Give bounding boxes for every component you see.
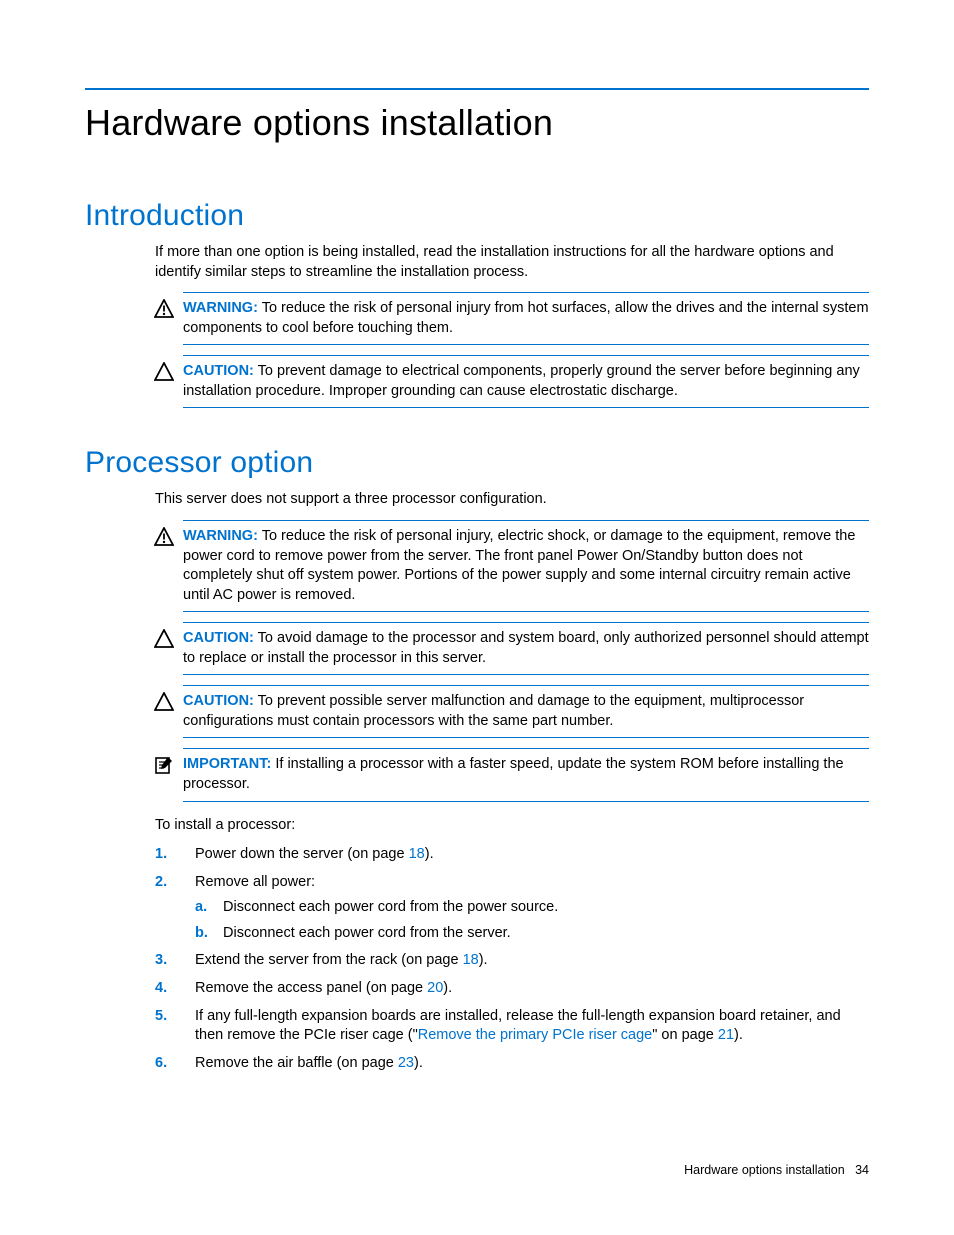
section-heading-processor: Processor option — [85, 446, 869, 480]
caution-icon — [154, 692, 174, 712]
page-link-18[interactable]: 18 — [463, 952, 479, 968]
warning-label: WARNING: — [183, 528, 258, 544]
important-label: IMPORTANT: — [183, 756, 271, 772]
note-icon — [154, 755, 174, 775]
page-link-18[interactable]: 18 — [409, 846, 425, 862]
install-steps: Power down the server (on page 18). Remo… — [155, 845, 869, 1073]
warning-box-intro: WARNING: To reduce the risk of personal … — [183, 292, 869, 345]
step-2: Remove all power: Disconnect each power … — [155, 873, 869, 944]
page-link-23[interactable]: 23 — [398, 1055, 414, 1071]
caution-box-intro: CAUTION: To prevent damage to electrical… — [183, 355, 869, 408]
step-1: Power down the server (on page 18). — [155, 845, 869, 865]
warning-text: To reduce the risk of personal injury fr… — [183, 300, 869, 336]
install-lead: To install a processor: — [155, 816, 869, 836]
page-link-21[interactable]: 21 — [718, 1027, 734, 1043]
warning-icon — [154, 527, 174, 547]
caution-box-processor-1: CAUTION: To avoid damage to the processo… — [183, 622, 869, 675]
caution-box-processor-2: CAUTION: To prevent possible server malf… — [183, 685, 869, 738]
footer-title: Hardware options installation — [684, 1163, 845, 1177]
caution-text: To prevent damage to electrical componen… — [183, 363, 860, 399]
caution-text: To prevent possible server malfunction a… — [183, 693, 804, 729]
top-rule — [85, 88, 869, 90]
caution-label: CAUTION: — [183, 630, 254, 646]
page-footer: Hardware options installation 34 — [684, 1163, 869, 1177]
chapter-title: Hardware options installation — [85, 102, 869, 144]
cross-ref-link-pcie[interactable]: Remove the primary PCIe riser cage — [418, 1027, 653, 1043]
step-4: Remove the access panel (on page 20). — [155, 979, 869, 999]
warning-icon — [154, 299, 174, 319]
warning-text: To reduce the risk of personal injury, e… — [183, 528, 855, 603]
step-2a: Disconnect each power cord from the powe… — [195, 898, 869, 918]
caution-text: To avoid damage to the processor and sys… — [183, 630, 869, 666]
important-text: If installing a processor with a faster … — [183, 756, 844, 792]
step-5: If any full-length expansion boards are … — [155, 1007, 869, 1046]
step-6: Remove the air baffle (on page 23). — [155, 1054, 869, 1074]
step-3: Extend the server from the rack (on page… — [155, 951, 869, 971]
important-box-processor: IMPORTANT: If installing a processor wit… — [183, 748, 869, 801]
intro-body: If more than one option is being install… — [155, 243, 869, 282]
page-link-20[interactable]: 20 — [427, 980, 443, 996]
step-2b: Disconnect each power cord from the serv… — [195, 924, 869, 944]
processor-body: This server does not support a three pro… — [155, 490, 869, 510]
warning-box-processor: WARNING: To reduce the risk of personal … — [183, 520, 869, 612]
caution-icon — [154, 629, 174, 649]
footer-page-number: 34 — [855, 1163, 869, 1177]
caution-icon — [154, 362, 174, 382]
section-heading-introduction: Introduction — [85, 199, 869, 233]
caution-label: CAUTION: — [183, 693, 254, 709]
warning-label: WARNING: — [183, 300, 258, 316]
caution-label: CAUTION: — [183, 363, 254, 379]
